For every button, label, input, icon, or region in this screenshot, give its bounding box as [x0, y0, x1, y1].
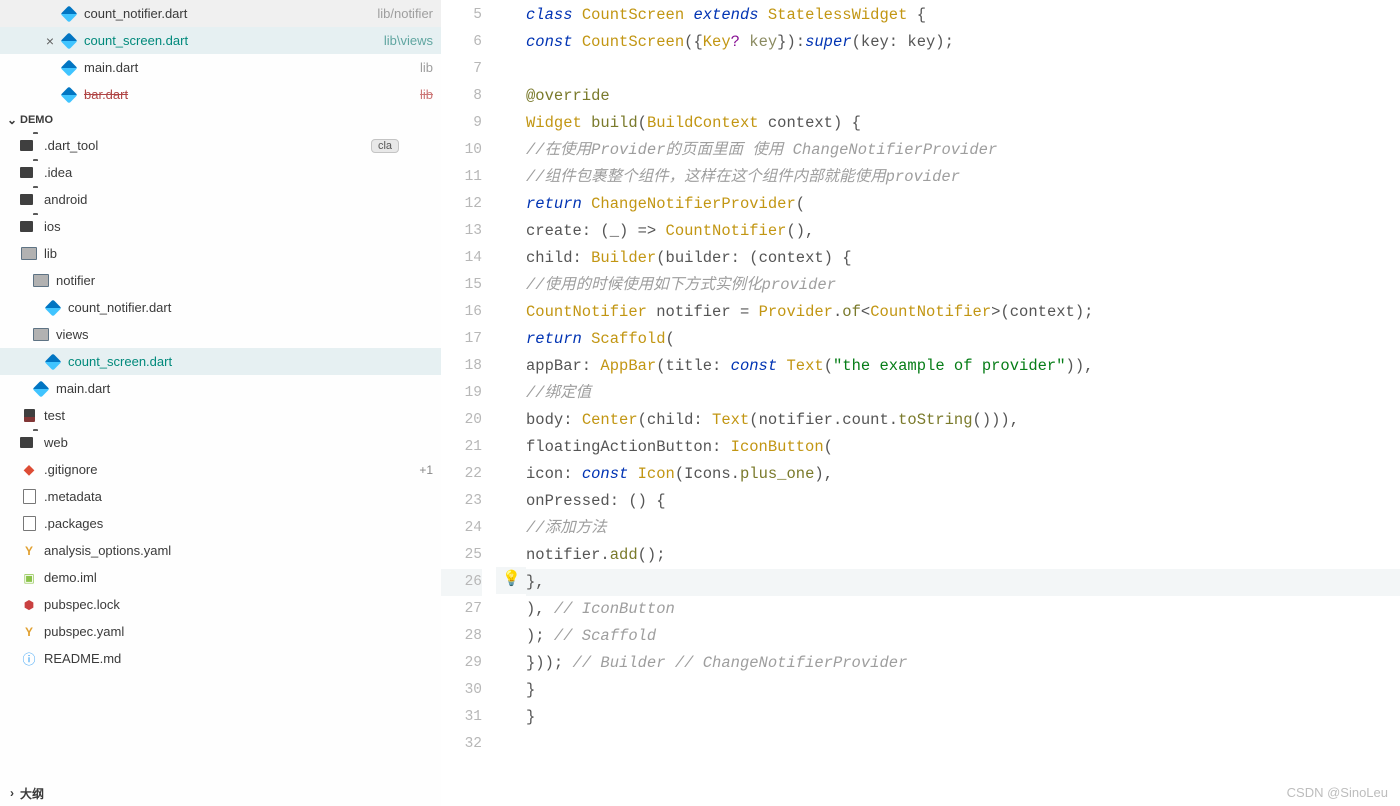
dart-icon	[60, 86, 78, 104]
git-icon	[20, 461, 38, 479]
project-section-header[interactable]: ⌄ DEMO	[0, 108, 441, 132]
tree-file[interactable]: README.md	[0, 645, 441, 672]
tree-label: pubspec.yaml	[44, 624, 433, 639]
tree-label: count_screen.dart	[68, 354, 433, 369]
tree-label: web	[44, 435, 433, 450]
code-editor[interactable]: 5678910111213141516171819202122232425262…	[441, 0, 1400, 806]
editor-file-path: lib	[420, 60, 433, 75]
tree-folder-open[interactable]: notifier	[0, 267, 441, 294]
editor-file-name: bar.dart	[84, 87, 414, 102]
editor-file-name: main.dart	[84, 60, 414, 75]
open-editor-item[interactable]: main.dart lib	[0, 54, 441, 81]
tree-label: .metadata	[44, 489, 433, 504]
tree-folder[interactable]: web	[0, 429, 441, 456]
tree-folder[interactable]: .dart_tool cla	[0, 132, 441, 159]
tree-folder-open[interactable]: lib	[0, 240, 441, 267]
tree-label: pubspec.lock	[44, 597, 433, 612]
open-editor-item[interactable]: count_notifier.dart lib/notifier	[0, 0, 441, 27]
folder-icon	[20, 164, 38, 182]
tree-file[interactable]: .packages	[0, 510, 441, 537]
tree-label: main.dart	[56, 381, 433, 396]
editor-file-path: lib	[420, 87, 433, 102]
code-area[interactable]: class CountScreen extends StatelessWidge…	[526, 0, 1400, 806]
iml-icon	[20, 569, 38, 587]
tree-file[interactable]: pubspec.lock	[0, 591, 441, 618]
yaml-icon	[20, 542, 38, 560]
tree-label: demo.iml	[44, 570, 433, 585]
project-name: DEMO	[20, 114, 53, 126]
dart-icon	[60, 59, 78, 77]
tree-label: .idea	[44, 165, 433, 180]
editor-file-name: count_screen.dart	[84, 33, 378, 48]
tree-folder[interactable]: test	[0, 402, 441, 429]
open-editors: count_notifier.dart lib/notifier × count…	[0, 0, 441, 108]
folder-icon	[20, 407, 38, 425]
tree-folder[interactable]: .idea	[0, 159, 441, 186]
tree-label: lib	[44, 246, 433, 261]
tree-label: .packages	[44, 516, 433, 531]
tree-label: count_notifier.dart	[68, 300, 433, 315]
tree-label: README.md	[44, 651, 433, 666]
tree-label: test	[44, 408, 433, 423]
tree-file[interactable]: .metadata	[0, 483, 441, 510]
yaml-icon	[20, 623, 38, 641]
lock-icon	[20, 596, 38, 614]
info-icon	[20, 650, 38, 668]
outline-label: 大纲	[20, 785, 44, 802]
folder-icon	[20, 434, 38, 452]
sidebar: count_notifier.dart lib/notifier × count…	[0, 0, 441, 806]
tree-file[interactable]: count_notifier.dart	[0, 294, 441, 321]
file-tree: .dart_tool cla .idea android ios lib not…	[0, 132, 441, 672]
dart-icon	[44, 299, 62, 317]
line-gutter: 5678910111213141516171819202122232425262…	[441, 0, 496, 806]
tree-folder-open[interactable]: views	[0, 321, 441, 348]
tree-label: notifier	[56, 273, 433, 288]
folder-open-icon	[32, 272, 50, 290]
tree-label: .gitignore	[44, 462, 419, 477]
git-badge: +1	[419, 463, 433, 477]
folder-icon	[20, 191, 38, 209]
tree-folder[interactable]: android	[0, 186, 441, 213]
badge: cla	[371, 139, 399, 153]
chevron-down-icon: ⌄	[4, 113, 20, 127]
dart-icon	[60, 5, 78, 23]
editor-file-path: lib\views	[384, 33, 433, 48]
chevron-right-icon: ›	[4, 786, 20, 800]
dart-icon	[32, 380, 50, 398]
folder-icon	[20, 218, 38, 236]
folder-open-icon	[32, 326, 50, 344]
open-editor-item-deleted[interactable]: bar.dart lib	[0, 81, 441, 108]
gutter-extra: 💡	[496, 0, 526, 806]
tree-file[interactable]: analysis_options.yaml	[0, 537, 441, 564]
close-icon[interactable]: ×	[40, 33, 60, 49]
watermark: CSDN @SinoLeu	[1287, 785, 1388, 800]
tree-file[interactable]: demo.iml	[0, 564, 441, 591]
tree-label: android	[44, 192, 433, 207]
file-icon	[20, 515, 38, 533]
tree-file-active[interactable]: count_screen.dart	[0, 348, 441, 375]
tree-folder[interactable]: ios	[0, 213, 441, 240]
outline-section[interactable]: › 大纲	[0, 780, 441, 806]
tree-file[interactable]: pubspec.yaml	[0, 618, 441, 645]
tree-label: views	[56, 327, 433, 342]
folder-icon	[20, 137, 38, 155]
tree-label: ios	[44, 219, 433, 234]
tree-label: analysis_options.yaml	[44, 543, 433, 558]
folder-open-icon	[20, 245, 38, 263]
tree-file[interactable]: .gitignore+1	[0, 456, 441, 483]
editor-file-path: lib/notifier	[377, 6, 433, 21]
file-icon	[20, 488, 38, 506]
dart-icon	[60, 32, 78, 50]
tree-file[interactable]: main.dart	[0, 375, 441, 402]
dart-icon	[44, 353, 62, 371]
open-editor-item-active[interactable]: × count_screen.dart lib\views	[0, 27, 441, 54]
editor-file-name: count_notifier.dart	[84, 6, 371, 21]
